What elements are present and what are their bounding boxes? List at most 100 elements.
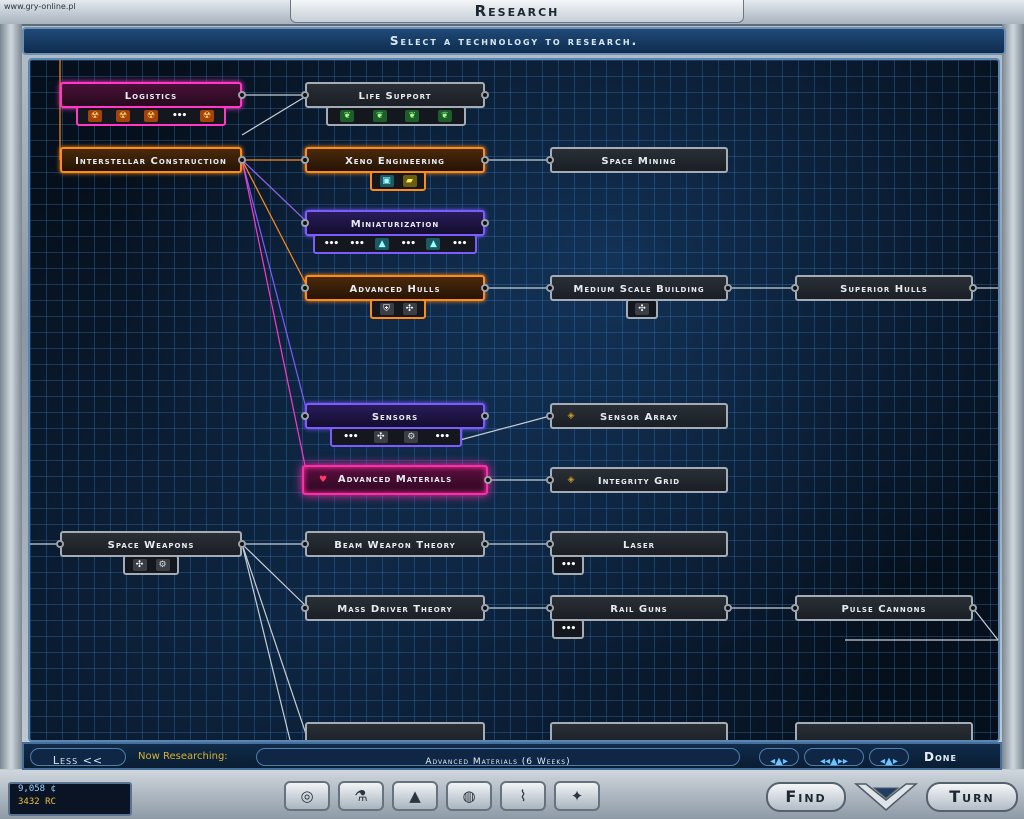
radiation-icon[interactable]: ☢ — [88, 110, 102, 122]
tech-space-weapons[interactable]: Space Weapons — [56, 531, 246, 557]
gear-icon[interactable]: ⚙ — [155, 559, 170, 571]
research-screen-button[interactable]: ⚗ — [338, 781, 384, 811]
leaf-icon[interactable]: ❦ — [405, 110, 420, 122]
leaf-icon[interactable]: ❦ — [437, 110, 452, 122]
leaf-icon[interactable]: ❦ — [340, 110, 355, 122]
tech-advanced-materials[interactable]: ♥ Advanced Materials — [302, 465, 492, 495]
less-button[interactable]: Less << — [30, 748, 126, 767]
instruction-text: Select a technology to research. — [389, 34, 639, 48]
more-icon[interactable]: ••• — [324, 238, 339, 250]
tech-superior-hulls[interactable]: Superior Hulls — [791, 275, 977, 301]
tech-label: Advanced Materials — [337, 474, 453, 485]
more-icon[interactable]: ••• — [452, 238, 467, 250]
now-researching-label: Now Researching: — [138, 751, 228, 762]
tech-label: Integrity Grid — [597, 476, 681, 487]
tech-label: Beam Weapon Theory — [334, 540, 456, 551]
tech-miniaturization[interactable]: Miniaturization — [301, 210, 489, 236]
tech-mass-driver-theory[interactable]: Mass Driver Theory — [301, 595, 489, 621]
tech-label: Advanced Hulls — [349, 284, 441, 295]
government-screen-button[interactable]: ✦ — [554, 781, 600, 811]
tech-logistics[interactable]: Logistics — [60, 82, 246, 108]
credits-value: 9,058 ¢ — [18, 784, 56, 794]
diplomacy-screen-button[interactable]: ◍ — [446, 781, 492, 811]
more-icon[interactable]: ••• — [435, 431, 450, 443]
square-icon[interactable]: ▰ — [402, 175, 417, 187]
more-icon[interactable]: ••• — [172, 110, 187, 122]
more-icon[interactable]: ••• — [561, 559, 576, 571]
stats-screen-button[interactable]: ⌇ — [500, 781, 546, 811]
eye-icon: ◈ — [567, 475, 575, 485]
scroll-right-button[interactable]: ◂▲▸ — [869, 748, 909, 767]
eye-icon: ◈ — [567, 411, 575, 421]
arrow-icon: ◂◂▲▸▸ — [820, 756, 848, 767]
tech-sensors[interactable]: Sensors — [301, 403, 489, 429]
tech-tree-panel[interactable]: Logistics ☢ ☢ ☢ ••• ☢ Life Support ❦ ❦ ❦… — [28, 58, 1000, 742]
tech-rail-guns[interactable]: Rail Guns — [546, 595, 732, 621]
heart-icon: ♥ — [318, 475, 328, 485]
arrow-icon: ◂▲▸ — [880, 756, 898, 767]
tech-label: Pulse Cannons — [841, 604, 927, 615]
tech-label: Logistics — [124, 91, 178, 102]
tech-hidden-node[interactable] — [795, 722, 973, 740]
research-points-value: 3432 RC — [18, 797, 56, 807]
tower-icon[interactable]: ▲ — [426, 238, 441, 250]
tech-beam-weapon-theory[interactable]: Beam Weapon Theory — [301, 531, 489, 557]
tech-label: Xeno Engineering — [345, 156, 445, 167]
watermark: www.gry-online.pl — [4, 2, 76, 11]
ships-screen-button[interactable]: ▲ — [392, 781, 438, 811]
tech-xeno-engineering[interactable]: Xeno Engineering — [301, 147, 489, 173]
more-icon[interactable]: ••• — [401, 238, 416, 250]
tech-medium-scale-building[interactable]: Medium Scale Building — [546, 275, 732, 301]
shield-icon[interactable]: ⛨ — [379, 303, 394, 315]
tech-laser[interactable]: Laser — [546, 531, 728, 557]
done-button[interactable]: Done — [924, 750, 957, 764]
galciv-emblem-icon — [853, 783, 919, 811]
link-weapons-down1 — [241, 543, 309, 740]
scroll-center-button[interactable]: ◂◂▲▸▸ — [804, 748, 864, 767]
tech-label: Rail Guns — [610, 604, 668, 615]
more-icon[interactable]: ••• — [561, 623, 576, 635]
drone-icon[interactable]: ✣ — [635, 303, 649, 315]
planets-screen-button[interactable]: ◎ — [284, 781, 330, 811]
leaf-icon[interactable]: ❦ — [372, 110, 387, 122]
more-icon[interactable]: ••• — [343, 431, 358, 443]
radiation-icon[interactable]: ☢ — [116, 110, 130, 122]
tray-advanced-hulls: ⛨ ✣ — [370, 299, 426, 319]
tower-icon[interactable]: ▲ — [375, 238, 390, 250]
gear-icon[interactable]: ⚙ — [404, 431, 419, 443]
instruction-bar: Select a technology to research. — [22, 27, 1006, 55]
tech-sensor-array[interactable]: ◈ Sensor Array — [546, 403, 728, 429]
radiation-icon[interactable]: ☢ — [200, 110, 214, 122]
tech-label: Life Support — [358, 91, 432, 102]
tech-label: Superior Hulls — [840, 284, 928, 295]
scroll-left-button[interactable]: ◂▲▸ — [759, 748, 799, 767]
tech-life-support[interactable]: Life Support — [301, 82, 489, 108]
link-weapons-down2 — [241, 543, 291, 740]
turn-button[interactable]: Turn — [926, 782, 1018, 812]
tech-hidden-node[interactable] — [550, 722, 728, 740]
current-research-value: Advanced Materials (6 Weeks) — [425, 757, 571, 767]
link-isc-sensors — [241, 159, 309, 417]
planet-icon: ◎ — [300, 787, 314, 805]
tech-interstellar-construction[interactable]: Interstellar Construction — [60, 147, 246, 173]
current-research-field[interactable]: Advanced Materials (6 Weeks) — [256, 748, 740, 767]
tech-advanced-hulls[interactable]: Advanced Hulls — [301, 275, 489, 301]
tech-label: Interstellar Construction — [75, 156, 227, 167]
left-frame — [0, 24, 22, 769]
cube-icon[interactable]: ▣ — [379, 175, 394, 187]
tech-space-mining[interactable]: Space Mining — [546, 147, 728, 173]
link-weapons-mass — [241, 543, 309, 609]
radiation-icon[interactable]: ☢ — [144, 110, 158, 122]
drone-icon[interactable]: ✣ — [402, 303, 417, 315]
more-icon[interactable]: ••• — [349, 238, 364, 250]
drone-icon[interactable]: ✣ — [373, 431, 388, 443]
tech-label: Space Weapons — [107, 540, 195, 551]
tech-pulse-cannons[interactable]: Pulse Cannons — [791, 595, 977, 621]
research-control-bar: Less << Now Researching: Advanced Materi… — [22, 742, 1002, 770]
tech-integrity-grid[interactable]: ◈ Integrity Grid — [546, 467, 728, 493]
find-button[interactable]: Find — [766, 782, 846, 812]
tech-label: Mass Driver Theory — [337, 604, 453, 615]
tech-hidden-node[interactable] — [305, 722, 485, 740]
drone-icon[interactable]: ✣ — [132, 559, 147, 571]
tech-label: Sensors — [371, 412, 419, 423]
